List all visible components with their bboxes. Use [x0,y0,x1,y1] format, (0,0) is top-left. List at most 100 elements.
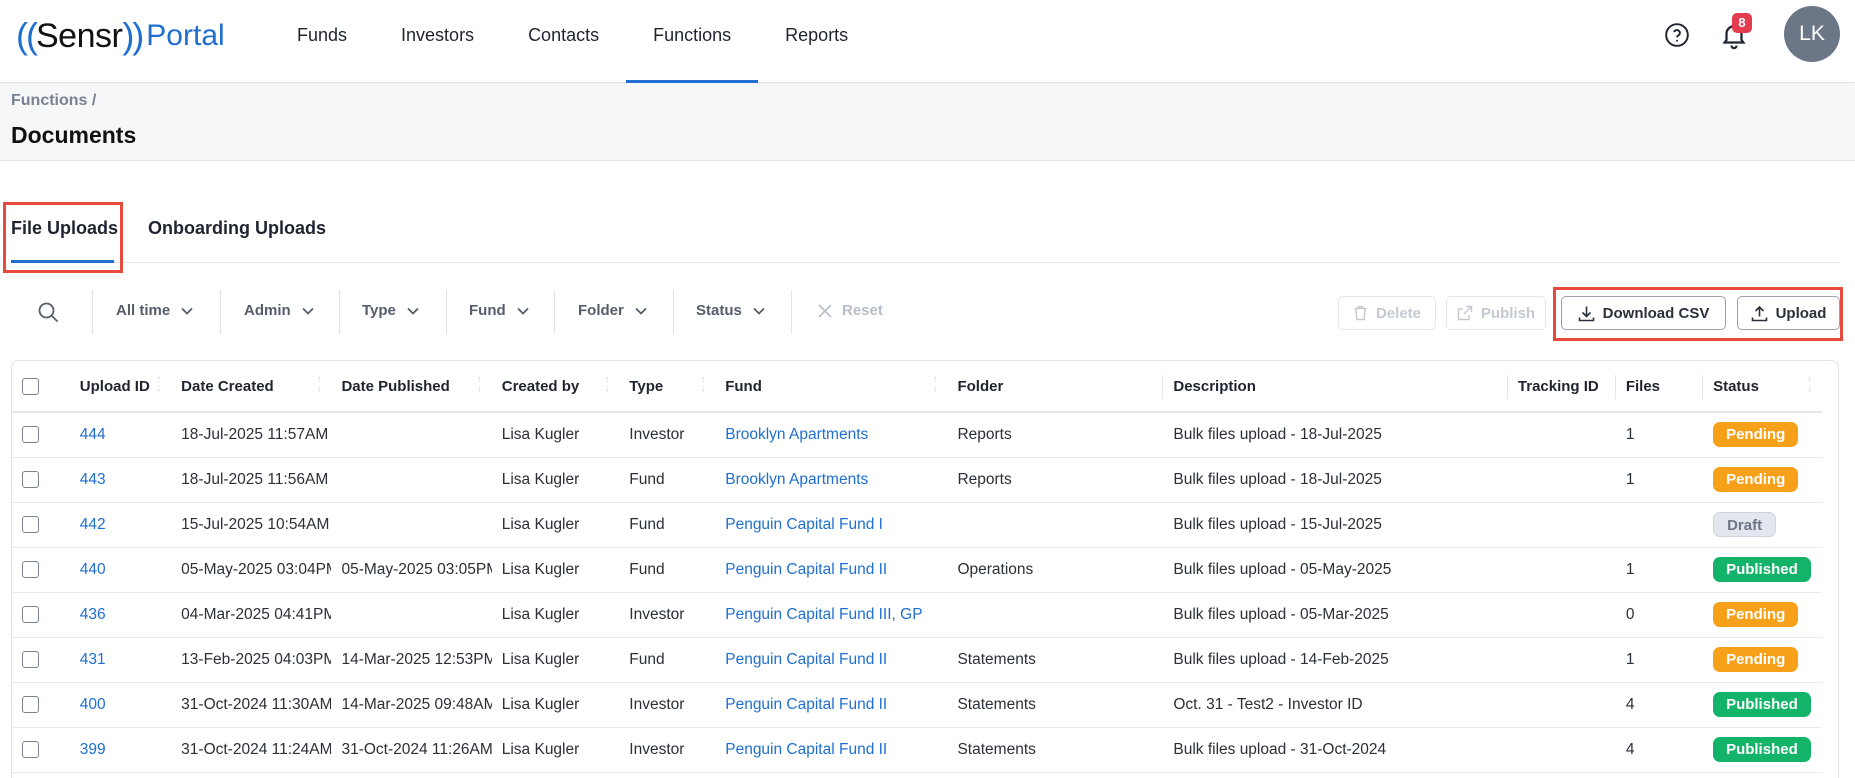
page-title: Documents [11,122,137,148]
publish-button[interactable]: Publish [1446,296,1546,330]
row-checkbox[interactable] [22,426,39,444]
upload-id-link[interactable]: 440 [80,561,106,578]
upload-id-link[interactable]: 431 [80,651,106,668]
table-row[interactable]: 431 13-Feb-2025 04:03PM 14-Mar-2025 12:53P… [12,637,1822,683]
filter-divider [446,290,447,334]
column-header-fund[interactable]: Fund ↑ ↓ [715,361,948,413]
sort-icon[interactable]: ↑ ↓ [605,375,610,393]
filter-divider [92,290,93,334]
nav-functions[interactable]: Functions [626,0,759,83]
fund-cell: Penguin Capital Fund II [715,637,948,683]
folder-cell: Reports [947,412,1164,458]
sort-icon[interactable]: ↑ ↓ [317,375,322,393]
table-row[interactable]: 442 15-Jul-2025 10:54AM Lisa Kugler Fund Pen… [12,502,1822,548]
table-row[interactable]: 444 18-Jul-2025 11:57AM Lisa Kugler Investo… [12,412,1822,458]
sensr-portal-logo[interactable]: (( Sensr )) Portal [16,14,225,58]
row-select-cell [12,547,70,593]
row-checkbox[interactable] [22,560,39,578]
reset-button[interactable]: Reset [818,302,883,319]
upload-id-cell: 440 [69,547,172,593]
created-by-cell: Lisa Kugler [491,637,620,683]
files-cell: 1 [1615,412,1704,458]
table-row[interactable]: 400 31-Oct-2024 11:30AM 14-Mar-2025 09:48A… [12,682,1822,728]
created-by-cell: Lisa Kugler [491,412,620,458]
row-select-cell [12,502,70,548]
chevron-down-icon [181,307,193,315]
tracking-id-cell [1507,457,1616,503]
table-row[interactable]: 399 31-Oct-2024 11:24AM 31-Oct-2024 11:26A… [12,727,1822,773]
upload-id-link[interactable]: 444 [80,426,106,443]
avatar[interactable]: LK [1784,6,1840,62]
column-header-created-by[interactable]: Created by ↑ ↓ [491,361,620,413]
filter-type[interactable]: Type [362,302,420,319]
date-created-cell: 31-Oct-2024 11:24AM [171,727,332,773]
sort-icon[interactable]: ↑ ↓ [1808,375,1813,393]
breadcrumb[interactable]: Functions / [11,92,96,110]
status-cell: Published [1703,547,1822,593]
nav-funds[interactable]: Funds [270,0,374,83]
delete-button[interactable]: Delete [1338,296,1436,330]
type-cell: Investor [619,412,716,458]
type-cell: Investor [619,727,716,773]
filter-admin[interactable]: Admin [244,302,315,319]
upload-id-link[interactable]: 442 [80,516,106,533]
filter-all-time[interactable]: All time [116,302,194,319]
nav-investors[interactable]: Investors [374,0,501,83]
column-header-description: Description [1163,361,1508,413]
filter-label: Fund [469,302,506,319]
folder-cell [947,592,1164,638]
select-all-cell [12,361,70,413]
select-all-checkbox[interactable] [22,377,39,395]
column-header-date-created[interactable]: Date Created ↑ ↓ [171,361,332,413]
table-row[interactable]: 443 18-Jul-2025 11:56AM Lisa Kugler Fund Bro… [12,457,1822,503]
row-checkbox[interactable] [22,605,39,623]
table-row[interactable]: 440 05-May-2025 03:04PM 05-May-2025 03:05P… [12,547,1822,593]
files-cell: 4 [1615,727,1704,773]
fund-link[interactable]: Penguin Capital Fund III, GP [725,606,922,623]
column-header-date-published[interactable]: Date Published ↑ ↓ [331,361,492,413]
fund-link[interactable]: Penguin Capital Fund II [725,696,887,713]
nav-contacts[interactable]: Contacts [501,0,626,83]
sort-icon[interactable]: ↑ ↓ [933,375,938,393]
upload-id-link[interactable]: 400 [80,696,106,713]
upload-id-cell: 400 [69,682,172,728]
column-header-upload-id[interactable]: Upload ID ↑ ↓ [69,361,172,413]
filter-divider [673,290,674,334]
upload-id-link[interactable]: 436 [80,606,106,623]
filter-folder[interactable]: Folder [578,302,648,319]
sort-icon[interactable]: ↑ ↓ [701,375,706,393]
filter-status[interactable]: Status [696,302,766,319]
column-header-status[interactable]: Status ↑ ↓ [1703,361,1822,413]
fund-link[interactable]: Penguin Capital Fund I [725,516,883,533]
nav-reports[interactable]: Reports [758,0,875,83]
row-checkbox[interactable] [22,695,39,713]
upload-id-link[interactable]: 399 [80,741,106,758]
folder-cell [947,502,1164,548]
fund-link[interactable]: Brooklyn Apartments [725,471,868,488]
tab-onboarding-uploads[interactable]: Onboarding Uploads [148,218,326,239]
column-header-type[interactable]: Type ↑ ↓ [619,361,716,413]
tracking-id-cell [1507,412,1616,458]
fund-link[interactable]: Penguin Capital Fund II [725,561,887,578]
row-checkbox[interactable] [22,740,39,758]
upload-id-link[interactable]: 443 [80,471,106,488]
row-checkbox[interactable] [22,650,39,668]
description-cell: Bulk files upload - 14-Feb-2025 [1163,637,1508,683]
row-checkbox[interactable] [22,470,39,488]
tracking-id-cell [1507,637,1616,683]
publish-label: Publish [1480,304,1536,322]
sort-icon[interactable]: ↑ ↓ [157,375,162,393]
row-checkbox[interactable] [22,515,39,533]
fund-link[interactable]: Brooklyn Apartments [725,426,868,443]
help-icon[interactable] [1664,22,1690,48]
filter-label: Status [696,302,742,319]
description-cell: Bulk files upload - 18-Jul-2025 [1163,412,1508,458]
fund-link[interactable]: Penguin Capital Fund II [725,651,887,668]
filter-label: Type [362,302,396,319]
sort-icon[interactable]: ↑ ↓ [477,375,482,393]
table-row[interactable]: 436 04-Mar-2025 04:41PM Lisa Kugler Investo… [12,592,1822,638]
date-created-cell: 05-May-2025 03:04PM [171,547,332,593]
search-icon[interactable] [36,300,60,324]
fund-link[interactable]: Penguin Capital Fund II [725,741,887,758]
filter-fund[interactable]: Fund [469,302,530,319]
